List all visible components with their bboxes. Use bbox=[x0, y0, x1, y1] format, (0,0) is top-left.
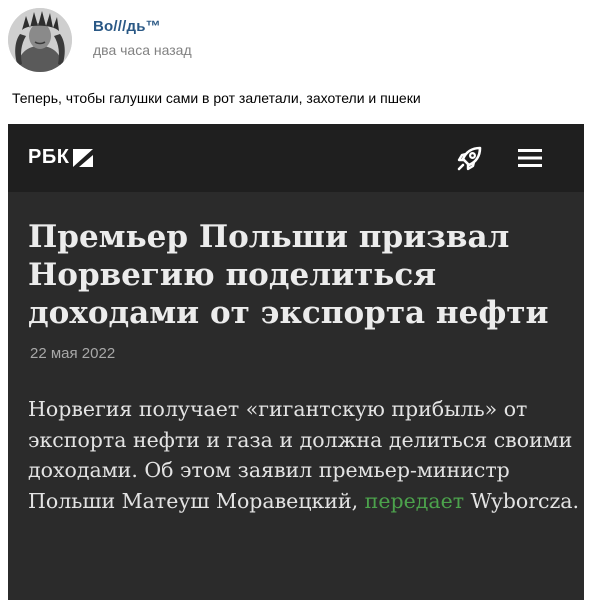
post-timestamp[interactable]: два часа назад bbox=[93, 42, 192, 58]
article-headline: Премьер Польши призвал Норвегию поделить… bbox=[28, 219, 549, 331]
site-logo[interactable]: РБК bbox=[28, 146, 94, 169]
rbk-logo-mark-icon bbox=[73, 148, 94, 167]
post-text: Теперь, чтобы галушки сами в рот залетал… bbox=[12, 90, 421, 106]
article-lead: Норвегия получает «гигантскую прибыль» о… bbox=[28, 394, 580, 516]
attached-screenshot[interactable]: РБК Премьер Польши призвал Норвегию поде… bbox=[8, 124, 584, 600]
author-name[interactable]: Во///дь™ bbox=[93, 18, 161, 35]
article-date: 22 мая 2022 bbox=[30, 345, 116, 362]
avatar[interactable] bbox=[8, 8, 72, 72]
hamburger-menu-icon[interactable] bbox=[516, 146, 544, 170]
site-logo-text: РБК bbox=[28, 146, 70, 168]
post-header: Во///дь™ два часа назад bbox=[8, 6, 584, 74]
avatar-portrait-icon bbox=[8, 8, 72, 72]
site-topbar: РБК bbox=[8, 124, 584, 192]
rocket-icon[interactable] bbox=[454, 142, 486, 174]
article-lead-tail: Wyborcza. bbox=[464, 488, 580, 513]
article-source-link[interactable]: передает bbox=[365, 489, 464, 513]
